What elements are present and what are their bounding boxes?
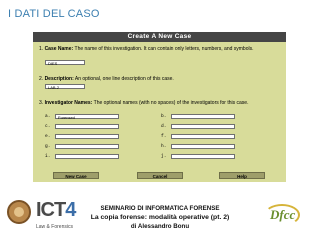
description-help-text: An optional, one line description of thi… — [74, 76, 174, 82]
investigator-label-f: f. — [161, 134, 167, 139]
investigators-help-text: The optional names (with no spaces) of t… — [93, 100, 249, 106]
description-section: 2. Description: An optional, one line de… — [39, 76, 279, 90]
investigators-section: 3. Investigator Names: The optional name… — [39, 100, 279, 159]
cancel-button[interactable]: Cancel — [137, 172, 183, 179]
investigators-instructions: 3. Investigator Names: The optional name… — [39, 100, 279, 106]
ict-logo-text: ICT — [36, 199, 66, 221]
investigator-label-i: i. — [45, 154, 51, 159]
create-case-form: Create A New Case 1. Case Name: The name… — [33, 32, 286, 182]
case-name-input[interactable]: DIES — [45, 60, 85, 66]
description-label: Description: — [44, 76, 74, 82]
case-name-label: Case Name: — [44, 46, 74, 52]
investigator-input-i[interactable] — [55, 154, 119, 159]
form-button-bar: New Case Cancel Help — [33, 168, 286, 182]
seminar-subtitle: La copia forense: modalità operative (pt… — [90, 214, 230, 221]
investigator-input-j[interactable] — [171, 154, 235, 159]
investigator-label-e: e. — [45, 134, 51, 139]
investigator-label-a: a. — [45, 114, 51, 119]
investigator-input-g[interactable] — [55, 144, 119, 149]
seminar-title: SEMINARIO DI INFORMATICA FORENSE — [100, 205, 220, 212]
investigator-input-h[interactable] — [171, 144, 235, 149]
investigator-label-c: c. — [45, 124, 51, 129]
investigator-input-e[interactable] — [55, 134, 119, 139]
investigators-number: 3. — [39, 100, 44, 106]
form-header: Create A New Case — [33, 32, 286, 42]
help-button[interactable]: Help — [219, 172, 265, 179]
seminar-author: di Alessandro Bonu — [130, 223, 190, 230]
case-name-section: 1. Case Name: The name of this investiga… — [39, 46, 279, 66]
seal-center — [14, 207, 24, 217]
investigators-label: Investigator Names: — [44, 100, 93, 106]
description-number: 2. — [39, 76, 44, 82]
ict4-logo: ICT4 — [36, 199, 76, 222]
investigator-input-d[interactable] — [171, 124, 235, 129]
case-name-help-text: The name of this investigation. It can c… — [74, 46, 254, 52]
description-input[interactable]: LAB-2 — [45, 84, 85, 90]
investigator-label-g: g. — [45, 144, 51, 149]
investigator-label-b: b. — [161, 114, 167, 119]
dfcc-logo: Dfcc — [262, 202, 302, 228]
description-instructions: 2. Description: An optional, one line de… — [39, 76, 279, 82]
ict4-logo-subtitle: Law & Forensics — [36, 224, 73, 230]
investigator-input-c[interactable] — [55, 124, 119, 129]
investigator-label-h: h. — [161, 144, 167, 149]
investigator-label-d: d. — [161, 124, 167, 129]
investigator-input-a[interactable]: Forensed — [55, 114, 119, 120]
dfcc-logo-text: Dfcc — [270, 207, 296, 222]
investigator-input-f[interactable] — [171, 134, 235, 139]
investigator-label-j: j. — [161, 154, 167, 159]
case-name-instructions: 1. Case Name: The name of this investiga… — [39, 46, 279, 52]
case-name-number: 1. — [39, 46, 44, 52]
slide-footer: ICT4 Law & Forensics SEMINARIO DI INFORM… — [0, 196, 320, 240]
university-seal-icon — [7, 200, 31, 224]
slide-title: I DATI DEL CASO — [8, 8, 100, 20]
new-case-button[interactable]: New Case — [53, 172, 99, 179]
investigator-input-b[interactable] — [171, 114, 235, 119]
ict-logo-number: 4 — [65, 199, 76, 221]
